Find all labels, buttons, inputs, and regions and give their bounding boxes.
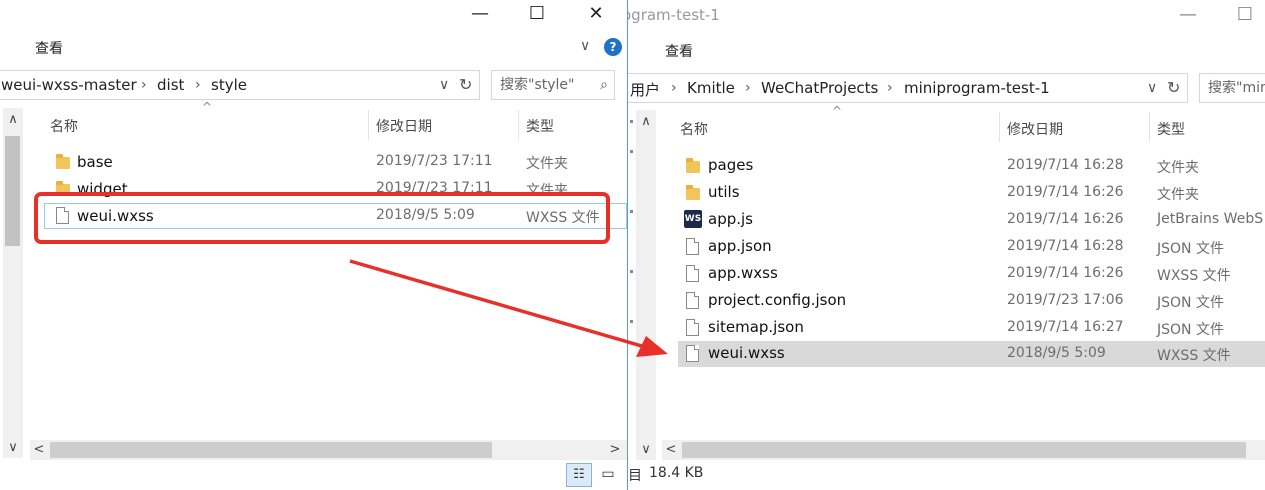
red-highlight-box bbox=[34, 192, 610, 244]
red-arrow-shaft bbox=[349, 259, 653, 351]
annotation-overlay bbox=[34, 192, 668, 357]
